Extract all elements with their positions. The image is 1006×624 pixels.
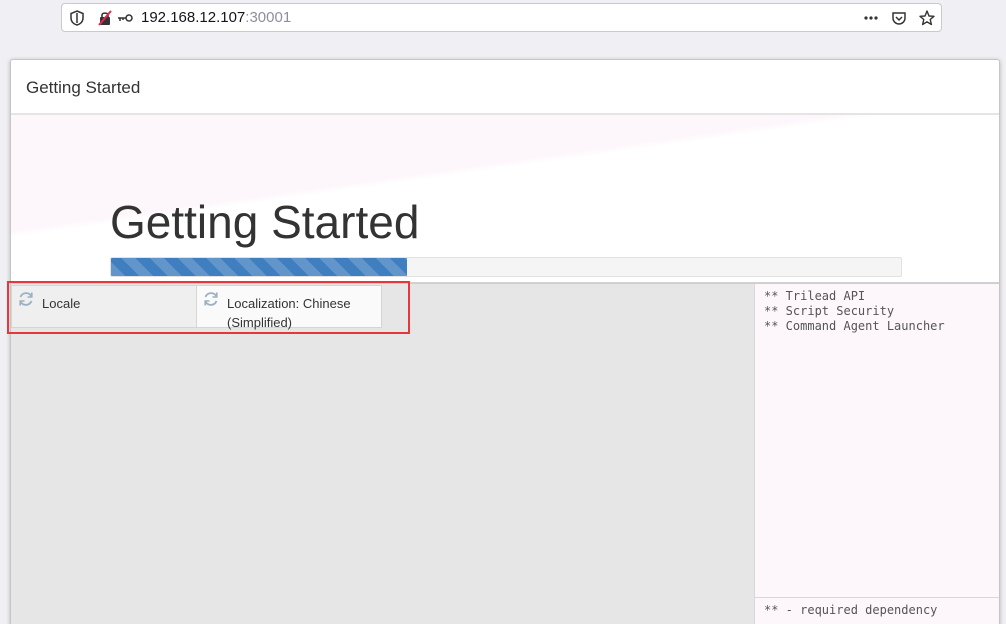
install-progress-bar: [110, 257, 902, 277]
setup-wizard-dialog: Getting Started Getting Started Locale L…: [10, 59, 1000, 624]
plugin-install-list: Locale Localization: Chinese (Simplified…: [11, 284, 754, 624]
dialog-title: Getting Started: [26, 78, 141, 97]
bookmark-star-icon[interactable]: [918, 9, 936, 27]
plugin-name: Localization: Chinese (Simplified): [227, 296, 351, 330]
install-log-pane[interactable]: ** Trilead API ** Script Security ** Com…: [754, 284, 999, 624]
plugin-tile-localization-chinese: Localization: Chinese (Simplified): [196, 285, 382, 330]
shield-icon[interactable]: [68, 9, 86, 27]
plugin-tile-locale: Locale: [11, 285, 197, 328]
insecure-lock-icon[interactable]: [96, 9, 114, 27]
url-host: 192.168.12.107: [141, 9, 246, 26]
plugin-row: Locale Localization: Chinese (Simplified…: [11, 284, 407, 330]
url-port: :30001: [245, 9, 292, 26]
log-footer-legend: ** - required dependency: [755, 597, 999, 622]
install-log-lines: ** Trilead API ** Script Security ** Com…: [764, 289, 945, 333]
loading-spinner-icon: [204, 292, 218, 306]
loading-spinner-icon: [19, 292, 33, 306]
plugin-name: Locale: [42, 296, 81, 311]
more-icon[interactable]: [862, 9, 880, 27]
pocket-icon[interactable]: [890, 9, 908, 27]
install-progress-fill: [111, 258, 408, 276]
hero-title: Getting Started: [110, 196, 420, 248]
dialog-header: Getting Started: [11, 60, 999, 114]
browser-toolbar: 192.168.12.107:30001: [0, 0, 1006, 37]
key-icon[interactable]: [116, 9, 134, 27]
url-text[interactable]: 192.168.12.107:30001: [141, 9, 291, 27]
hero-banner: Getting Started: [11, 115, 999, 283]
url-bar[interactable]: 192.168.12.107:30001: [61, 3, 942, 32]
